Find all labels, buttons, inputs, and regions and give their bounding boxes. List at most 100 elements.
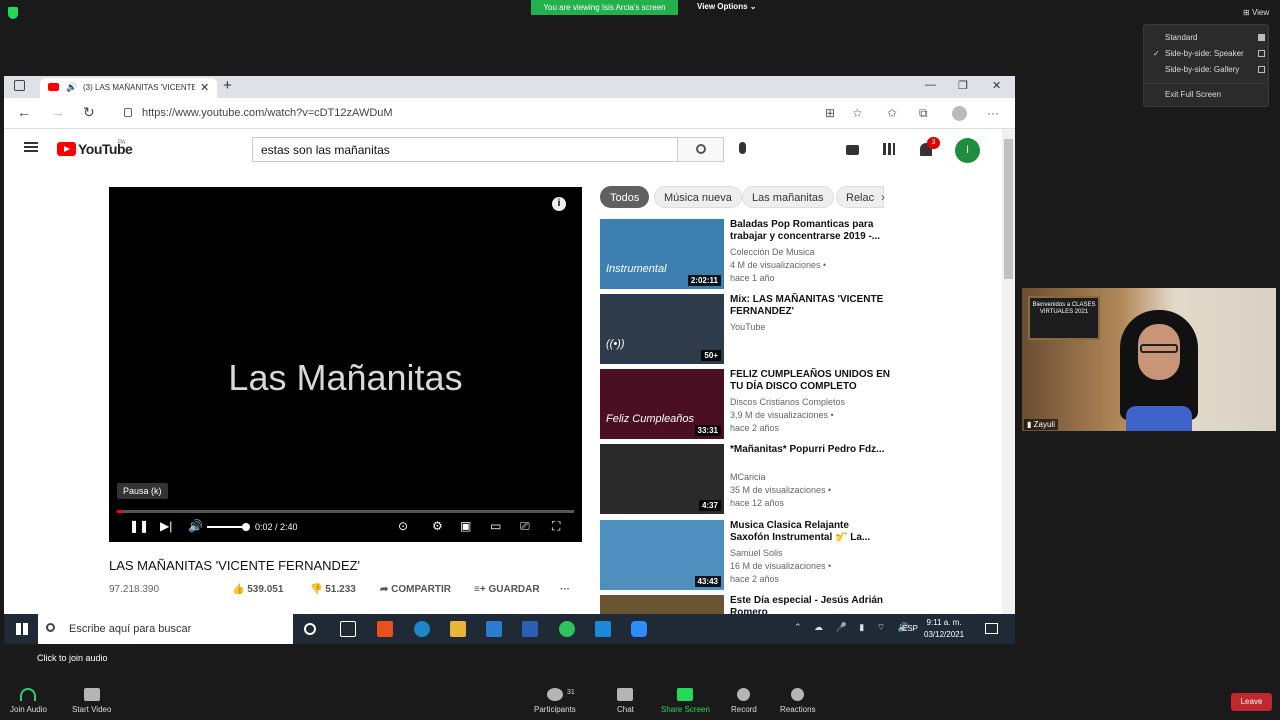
info-icon[interactable]: i bbox=[552, 197, 566, 211]
video-thumbnail[interactable]: 4:37 bbox=[600, 444, 724, 514]
autoplay-toggle-icon[interactable]: ⊙ bbox=[398, 519, 408, 533]
audio-playing-icon[interactable]: 🔊 bbox=[66, 82, 77, 93]
task-view-icon[interactable] bbox=[340, 621, 356, 637]
tab-actions-icon[interactable] bbox=[14, 80, 25, 91]
recommendation-item[interactable]: ((•)) 50+ Mix: LAS MAÑANITAS 'VICENTE FERN… bbox=[600, 294, 990, 364]
url-field[interactable]: https://www.youtube.com/watch?v=cDT12zAW… bbox=[142, 107, 393, 119]
tab-close-icon[interactable]: ✕ bbox=[200, 81, 209, 94]
pause-icon[interactable]: ❚❚ bbox=[129, 519, 149, 533]
edge-icon[interactable] bbox=[414, 621, 430, 637]
view-options-button[interactable]: View Options ⌄ bbox=[697, 2, 756, 11]
language-indicator[interactable]: ESP bbox=[902, 624, 918, 633]
youtube-logo-icon[interactable] bbox=[57, 142, 76, 156]
scrollbar-thumb[interactable] bbox=[1004, 139, 1013, 279]
settings-gear-icon[interactable]: ⚙ bbox=[432, 519, 443, 533]
window-close-icon[interactable]: ✕ bbox=[992, 79, 1001, 92]
dislike-button[interactable]: 👎 51.233 bbox=[310, 584, 356, 595]
recommendation-channel[interactable]: MCaricia bbox=[730, 472, 766, 482]
recommendation-item[interactable]: Feliz Cumpleaños 33:31 FELIZ CUMPLEAÑOS UN… bbox=[600, 369, 990, 439]
mail-icon[interactable] bbox=[486, 621, 502, 637]
video-player[interactable]: Las Mañanitas i Pausa (k) ❚❚ ▶| 🔊 0:02 /… bbox=[109, 187, 582, 542]
lock-icon[interactable] bbox=[124, 108, 132, 117]
favorites-icon[interactable]: ✩ bbox=[887, 106, 897, 120]
forward-icon[interactable]: → bbox=[51, 104, 65, 120]
theater-mode-icon[interactable]: ▭ bbox=[490, 519, 501, 533]
office-icon[interactable] bbox=[377, 621, 393, 637]
recommendation-channel[interactable]: Samuel Solis bbox=[730, 548, 783, 558]
avatar[interactable]: I bbox=[955, 138, 980, 163]
view-side-gallery-item[interactable]: Side-by-side: Gallery bbox=[1165, 63, 1265, 77]
chip-todos[interactable]: Todos bbox=[600, 186, 650, 208]
taskbar-search[interactable]: Escribe aquí para buscar bbox=[38, 614, 293, 644]
recommendation-item[interactable]: 4:37 *Mañanitas* Popurri Pedro Fdz... MCar… bbox=[600, 444, 990, 514]
chip-las-mananitas[interactable]: Las mañanitas bbox=[742, 186, 834, 208]
next-icon[interactable]: ▶| bbox=[160, 519, 172, 533]
view-side-speaker-item[interactable]: ✓ Side-by-side: Speaker bbox=[1153, 47, 1265, 61]
volume-knob[interactable] bbox=[242, 523, 250, 531]
recommendation-title[interactable]: *Mañanitas* Popurri Pedro Fdz... bbox=[730, 444, 890, 456]
cast-icon[interactable]: ⎚ bbox=[520, 519, 530, 534]
chevron-right-icon[interactable]: › bbox=[881, 190, 885, 204]
profile-icon[interactable] bbox=[952, 106, 967, 121]
volume-icon[interactable]: 🔊 bbox=[188, 519, 203, 533]
chip-relacionados[interactable]: Relac bbox=[836, 186, 885, 208]
share-button[interactable]: ➦ COMPARTIR bbox=[380, 584, 451, 595]
system-tray-icons[interactable]: ⌃ ☁ 🎤 ▮ ⌔ 🔊 bbox=[794, 622, 914, 633]
word-icon[interactable] bbox=[522, 621, 538, 637]
save-button[interactable]: ≡+ GUARDAR bbox=[474, 584, 540, 595]
share-screen-button[interactable]: Share Screen bbox=[661, 688, 710, 714]
recommendation-item[interactable]: Este Día especial - Jesús Adrián Romero bbox=[600, 595, 990, 614]
page-scrollbar[interactable] bbox=[1002, 129, 1015, 614]
volume-slider[interactable] bbox=[207, 526, 245, 528]
fullscreen-icon[interactable]: ⛶ bbox=[552, 519, 560, 534]
more-menu-icon[interactable]: ··· bbox=[987, 106, 999, 120]
store-icon[interactable] bbox=[595, 621, 611, 637]
app-available-icon[interactable]: ⊞ bbox=[825, 106, 835, 120]
recommendation-title[interactable]: Este Día especial - Jesús Adrián Romero bbox=[730, 595, 890, 614]
browser-tab[interactable]: 🔊 (3) LAS MAÑANITAS 'VICENTE FERNANDEZ' … bbox=[40, 78, 217, 98]
search-input[interactable]: estas son las mañanitas bbox=[252, 137, 678, 162]
security-shield-icon[interactable] bbox=[8, 7, 18, 19]
view-standard-item[interactable]: Standard bbox=[1165, 31, 1265, 45]
like-button[interactable]: 👍 539.051 bbox=[232, 584, 283, 595]
restore-icon[interactable]: ❐ bbox=[958, 79, 968, 92]
video-thumbnail[interactable]: ((•)) 50+ bbox=[600, 294, 724, 364]
record-button[interactable]: Record bbox=[731, 688, 757, 714]
new-tab-button[interactable]: + bbox=[223, 77, 232, 94]
reactions-button[interactable]: Reactions bbox=[780, 688, 816, 714]
progress-bar[interactable] bbox=[117, 510, 574, 513]
leave-button[interactable]: Leave bbox=[1231, 693, 1272, 711]
recommendation-item[interactable]: Instrumental 2:02:11 Baladas Pop Romantica… bbox=[600, 219, 990, 289]
cortana-icon[interactable] bbox=[304, 623, 316, 635]
speaker-video[interactable]: Bienvenidos a CLASES VIRTUALES 2021 ▮ Za… bbox=[1022, 288, 1276, 431]
recommendation-title[interactable]: Mix: LAS MAÑANITAS 'VICENTE FERNANDEZ' bbox=[730, 294, 890, 318]
zoom-app-icon[interactable] bbox=[631, 621, 647, 637]
view-button[interactable]: ⊞ View bbox=[1243, 8, 1269, 17]
recommendation-item[interactable]: 43:43 Musica Clasica Relajante Saxofón In… bbox=[600, 520, 990, 590]
miniplayer-icon[interactable]: ▣ bbox=[460, 519, 471, 533]
add-favorite-icon[interactable]: ☆ bbox=[852, 106, 863, 120]
recommendation-title[interactable]: Baladas Pop Romanticas para trabajar y c… bbox=[730, 219, 890, 243]
file-explorer-icon[interactable] bbox=[450, 621, 466, 637]
chat-button[interactable]: Chat bbox=[617, 688, 634, 714]
recommendation-title[interactable]: Musica Clasica Relajante Saxofón Instrum… bbox=[730, 520, 890, 544]
collections-icon[interactable]: ⧉ bbox=[919, 106, 928, 121]
back-icon[interactable]: ← bbox=[17, 104, 31, 120]
recommendation-channel[interactable]: Colección De Musica bbox=[730, 247, 815, 257]
notification-center-icon[interactable] bbox=[985, 623, 998, 634]
chip-musica-nueva[interactable]: Música nueva bbox=[654, 186, 742, 208]
recommendation-title[interactable]: FELIZ CUMPLEAÑOS UNIDOS EN TU DÍA DISCO … bbox=[730, 369, 890, 393]
recommendation-channel[interactable]: YouTube bbox=[730, 322, 765, 332]
search-button[interactable] bbox=[677, 137, 724, 162]
apps-grid-icon[interactable] bbox=[883, 143, 895, 155]
whatsapp-icon[interactable] bbox=[559, 621, 575, 637]
refresh-icon[interactable]: ↻ bbox=[83, 104, 95, 121]
create-video-icon[interactable] bbox=[846, 145, 859, 155]
join-audio-button[interactable]: Join Audio bbox=[10, 688, 47, 714]
menu-icon[interactable] bbox=[24, 142, 38, 152]
video-thumbnail[interactable]: Feliz Cumpleaños 33:31 bbox=[600, 369, 724, 439]
microphone-icon[interactable] bbox=[739, 142, 746, 154]
taskbar-clock[interactable]: 9:11 a. m. 03/12/2021 bbox=[924, 617, 964, 641]
more-actions-button[interactable]: ··· bbox=[560, 584, 570, 595]
video-thumbnail[interactable]: Instrumental 2:02:11 bbox=[600, 219, 724, 289]
